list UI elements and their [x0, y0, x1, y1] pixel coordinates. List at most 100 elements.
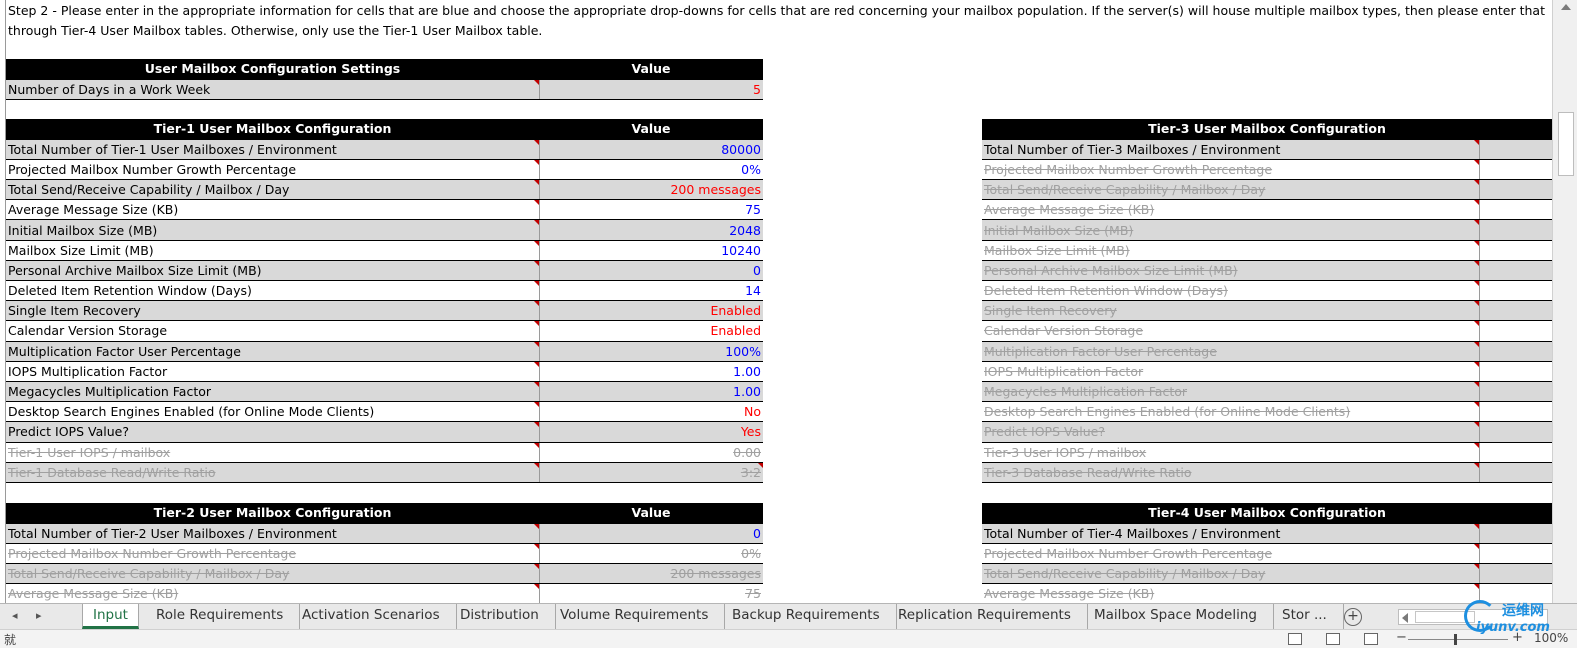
- row-value[interactable]: [1479, 523, 1552, 544]
- row-label[interactable]: Average Message Size (KB): [982, 199, 1480, 221]
- row-value[interactable]: 80000: [539, 139, 763, 160]
- row-value[interactable]: [1479, 341, 1552, 362]
- row-label[interactable]: Mailbox Size Limit (MB): [982, 240, 1480, 261]
- row-value[interactable]: [1479, 280, 1552, 302]
- row-value[interactable]: [1479, 442, 1552, 463]
- row-label[interactable]: Desktop Search Engines Enabled (for Onli…: [982, 401, 1480, 423]
- row-label[interactable]: Tier-1 User IOPS / mailbox: [6, 442, 540, 463]
- row-label[interactable]: Personal Archive Mailbox Size Limit (MB): [6, 260, 540, 282]
- row-label[interactable]: Predict IOPS Value?: [982, 421, 1480, 443]
- row-value[interactable]: [1479, 462, 1552, 483]
- row-label[interactable]: Single Item Recovery: [982, 300, 1480, 322]
- row-label[interactable]: IOPS Multiplication Factor: [982, 361, 1480, 382]
- page-icon[interactable]: [1326, 633, 1340, 645]
- row-label[interactable]: Total Send/Receive Capability / Mailbox …: [982, 179, 1480, 201]
- triangle-left-icon[interactable]: ◂: [12, 609, 18, 622]
- row-value[interactable]: [1479, 240, 1552, 261]
- row-label[interactable]: Total Send/Receive Capability / Mailbox …: [982, 563, 1480, 585]
- row-value[interactable]: [1479, 401, 1552, 423]
- row-label[interactable]: Total Number of Tier-3 Mailboxes / Envir…: [982, 139, 1480, 160]
- sheet-tab[interactable]: Distribution: [448, 604, 556, 629]
- row-value[interactable]: 0.00: [539, 442, 763, 463]
- row-value[interactable]: 75: [539, 199, 763, 221]
- row-label[interactable]: Tier-1 Database Read/Write Ratio: [6, 462, 540, 483]
- row-label[interactable]: Desktop Search Engines Enabled (for Onli…: [6, 401, 540, 423]
- row-value[interactable]: 100%: [539, 341, 763, 362]
- row-value[interactable]: 0%: [539, 159, 763, 181]
- scroll-thumb[interactable]: [1558, 112, 1574, 176]
- row-label[interactable]: Tier-3 Database Read/Write Ratio: [982, 462, 1480, 483]
- vertical-scrollbar[interactable]: [1552, 0, 1577, 603]
- row-value[interactable]: [1479, 300, 1552, 322]
- row-label[interactable]: Megacycles Multiplication Factor: [6, 381, 540, 403]
- row-value[interactable]: 0: [539, 260, 763, 282]
- row-value[interactable]: 14: [539, 280, 763, 302]
- zoom-out-icon[interactable]: −: [1396, 630, 1407, 645]
- row-value[interactable]: [1479, 159, 1552, 181]
- row-label[interactable]: IOPS Multiplication Factor: [6, 361, 540, 382]
- worksheet[interactable]: Step 2 - Please enter in the appropriate…: [0, 0, 1552, 603]
- row-value[interactable]: 200 messages: [539, 179, 763, 201]
- triangle-right-icon[interactable]: ▸: [36, 609, 42, 622]
- sheet-tab[interactable]: Stor ...: [1270, 604, 1344, 629]
- row-value[interactable]: [1479, 179, 1552, 201]
- row-label[interactable]: Calendar Version Storage: [982, 320, 1480, 342]
- row-label[interactable]: Megacycles Multiplication Factor: [982, 381, 1480, 403]
- row-label[interactable]: Total Number of Tier-1 User Mailboxes / …: [6, 139, 540, 160]
- row-label[interactable]: Tier-3 User IOPS / mailbox: [982, 442, 1480, 463]
- row-label[interactable]: Deleted Item Retention Window (Days): [6, 280, 540, 302]
- grid-icon[interactable]: [1288, 633, 1302, 645]
- sheet-tab[interactable]: Mailbox Space Modeling: [1082, 604, 1274, 629]
- row-value[interactable]: [1479, 199, 1552, 221]
- row-value[interactable]: [1479, 543, 1552, 565]
- row-value[interactable]: [1479, 421, 1552, 443]
- row-value[interactable]: 0: [539, 523, 763, 544]
- row-label[interactable]: Predict IOPS Value?: [6, 421, 540, 443]
- row-label[interactable]: Number of Days in a Work Week: [6, 79, 540, 100]
- row-value[interactable]: [1479, 381, 1552, 403]
- row-label[interactable]: Initial Mailbox Size (MB): [6, 219, 540, 241]
- row-value[interactable]: 1.00: [539, 361, 763, 382]
- row-label[interactable]: Average Message Size (KB): [6, 583, 540, 603]
- plus-circle-icon[interactable]: +: [1344, 608, 1362, 626]
- row-value[interactable]: [1479, 320, 1552, 342]
- sheet-tab[interactable]: Backup Requirements: [720, 604, 897, 629]
- zoom-slider-knob[interactable]: [1454, 634, 1457, 645]
- row-value[interactable]: 75: [539, 583, 763, 603]
- sheet-tab[interactable]: Volume Requirements: [548, 604, 726, 629]
- row-label[interactable]: Multiplication Factor User Percentage: [6, 341, 540, 362]
- row-value[interactable]: [1479, 139, 1552, 160]
- row-value[interactable]: Enabled: [539, 300, 763, 322]
- sheet-tab[interactable]: Replication Requirements: [886, 604, 1088, 629]
- row-value[interactable]: [1479, 260, 1552, 282]
- row-label[interactable]: Projected Mailbox Number Growth Percenta…: [982, 159, 1480, 181]
- scroll-up-icon[interactable]: [1561, 4, 1571, 10]
- row-value[interactable]: [1479, 219, 1552, 241]
- row-label[interactable]: Multiplication Factor User Percentage: [982, 341, 1480, 362]
- row-label[interactable]: Total Number of Tier-2 User Mailboxes / …: [6, 523, 540, 544]
- row-value[interactable]: 3:2: [539, 462, 763, 483]
- row-value[interactable]: 0%: [539, 543, 763, 565]
- row-label[interactable]: Average Message Size (KB): [6, 199, 540, 221]
- sheet-tab[interactable]: Input: [82, 604, 139, 629]
- sheet-tab[interactable]: Role Requirements: [144, 604, 301, 629]
- row-label[interactable]: Average Message Size (KB): [982, 583, 1480, 603]
- row-label[interactable]: Total Send/Receive Capability / Mailbox …: [6, 179, 540, 201]
- row-label[interactable]: Deleted Item Retention Window (Days): [982, 280, 1480, 302]
- row-label[interactable]: Total Send/Receive Capability / Mailbox …: [6, 563, 540, 585]
- row-value[interactable]: No: [539, 401, 763, 423]
- row-label[interactable]: Total Number of Tier-4 Mailboxes / Envir…: [982, 523, 1480, 544]
- row-label[interactable]: Projected Mailbox Number Growth Percenta…: [982, 543, 1480, 565]
- scroll-left-icon[interactable]: [1402, 613, 1408, 623]
- row-value[interactable]: 2048: [539, 219, 763, 241]
- row-value[interactable]: 5: [539, 79, 763, 100]
- row-label[interactable]: Mailbox Size Limit (MB): [6, 240, 540, 261]
- row-label[interactable]: Calendar Version Storage: [6, 320, 540, 342]
- row-value[interactable]: Yes: [539, 421, 763, 443]
- row-value[interactable]: 1.00: [539, 381, 763, 403]
- row-label[interactable]: Single Item Recovery: [6, 300, 540, 322]
- page-break-icon[interactable]: [1364, 633, 1378, 645]
- row-label[interactable]: Initial Mailbox Size (MB): [982, 219, 1480, 241]
- row-value[interactable]: 200 messages: [539, 563, 763, 585]
- row-label[interactable]: Projected Mailbox Number Growth Percenta…: [6, 159, 540, 181]
